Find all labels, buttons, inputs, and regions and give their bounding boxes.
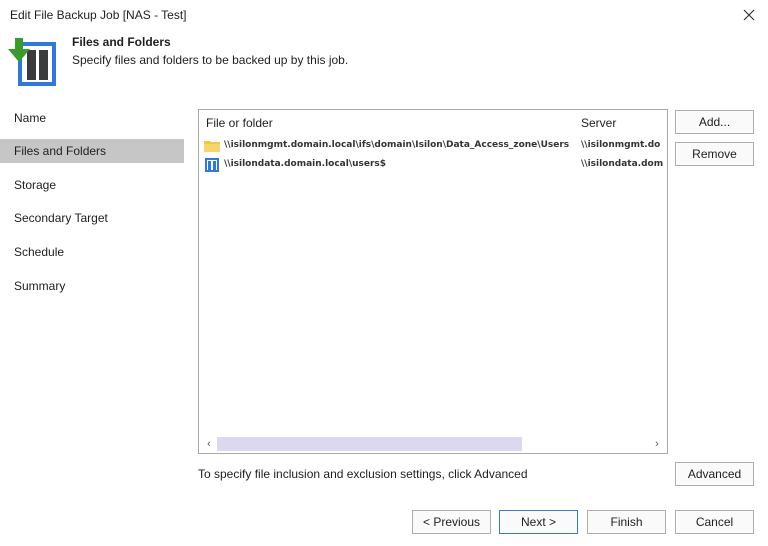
next-button[interactable]: Next >: [499, 510, 578, 534]
cancel-button[interactable]: Cancel: [675, 510, 754, 534]
nav-item-storage[interactable]: Storage: [0, 173, 184, 197]
column-header-file-or-folder[interactable]: File or folder: [206, 116, 273, 130]
file-backup-icon: [6, 32, 60, 88]
scroll-right-arrow-icon[interactable]: ›: [649, 435, 665, 453]
title-bar: Edit File Backup Job [NAS - Test]: [0, 0, 768, 30]
remove-button[interactable]: Remove: [675, 142, 754, 166]
nav-item-secondary-target[interactable]: Secondary Target: [0, 206, 184, 230]
column-header-server[interactable]: Server: [581, 116, 616, 130]
advanced-hint-text: To specify file inclusion and exclusion …: [198, 467, 528, 481]
previous-button[interactable]: < Previous: [412, 510, 491, 534]
row-path: \\isilonmgmt.domain.local\ifs\domain\Isi…: [224, 140, 570, 150]
folder-icon: [204, 138, 220, 154]
list-item[interactable]: \\isilondata.domain.local\users$ \\isilo…: [204, 156, 667, 174]
scrollbar-thumb[interactable]: [217, 437, 522, 451]
advanced-button[interactable]: Advanced: [675, 462, 754, 486]
page-subtitle: Specify files and folders to be backed u…: [72, 53, 349, 67]
row-server: \\isilondata.dom: [581, 159, 664, 169]
nav-item-name[interactable]: Name: [0, 106, 184, 130]
close-icon: [743, 9, 755, 21]
nav-item-summary[interactable]: Summary: [0, 274, 184, 298]
nav-item-files-and-folders[interactable]: Files and Folders: [0, 139, 184, 163]
add-button[interactable]: Add...: [675, 110, 754, 134]
close-button[interactable]: [736, 3, 762, 27]
edit-file-backup-job-dialog: Edit File Backup Job [NAS - Test] Files …: [0, 0, 768, 546]
share-icon: [204, 157, 220, 173]
nav-item-schedule[interactable]: Schedule: [0, 240, 184, 264]
page-title: Files and Folders: [72, 35, 171, 49]
finish-button[interactable]: Finish: [587, 510, 666, 534]
list-item[interactable]: \\isilonmgmt.domain.local\ifs\domain\Isi…: [204, 137, 667, 155]
horizontal-scrollbar[interactable]: ‹ ›: [199, 435, 667, 453]
row-path: \\isilondata.domain.local\users$: [224, 159, 387, 169]
files-and-folders-list[interactable]: File or folder Server \\isilonmgmt.domai…: [198, 109, 668, 454]
window-title: Edit File Backup Job [NAS - Test]: [10, 8, 187, 22]
scroll-left-arrow-icon[interactable]: ‹: [201, 435, 217, 453]
row-server: \\isilonmgmt.do: [581, 140, 661, 150]
